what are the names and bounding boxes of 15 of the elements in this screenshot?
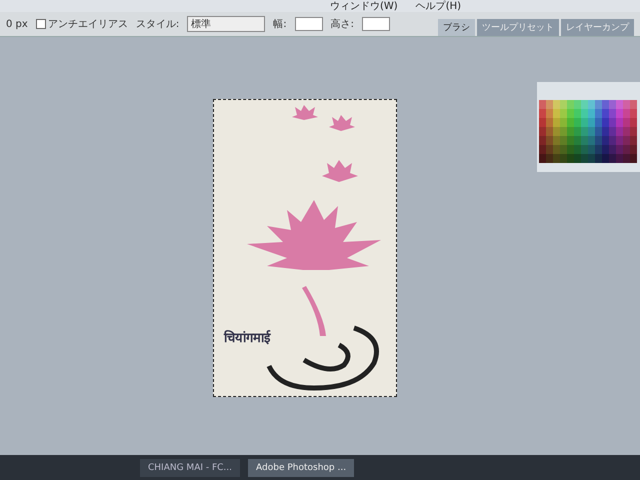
anti-alias-checkbox[interactable] [36, 19, 46, 29]
width-field[interactable] [294, 17, 323, 31]
style-dropdown[interactable]: 標準 [187, 16, 266, 32]
width-label: 幅: [273, 18, 287, 31]
taskbar-button[interactable]: Adobe Photoshop ... [248, 459, 354, 477]
feather-value: 0 px [6, 18, 28, 30]
style-label: スタイル: [136, 18, 180, 31]
menu-item[interactable]: ウィンドウ(W) [330, 0, 398, 13]
height-field[interactable] [362, 17, 390, 31]
panel-tab[interactable]: ブラシ [438, 19, 475, 36]
document-caption: चियांगमाई [224, 329, 270, 346]
menu-item[interactable]: ヘルプ(H) [416, 0, 462, 13]
anti-alias-label: アンチエイリアス [48, 18, 128, 31]
height-label: 高さ: [330, 18, 354, 31]
taskbar-button[interactable]: CHIANG MAI - FC... [140, 459, 240, 477]
